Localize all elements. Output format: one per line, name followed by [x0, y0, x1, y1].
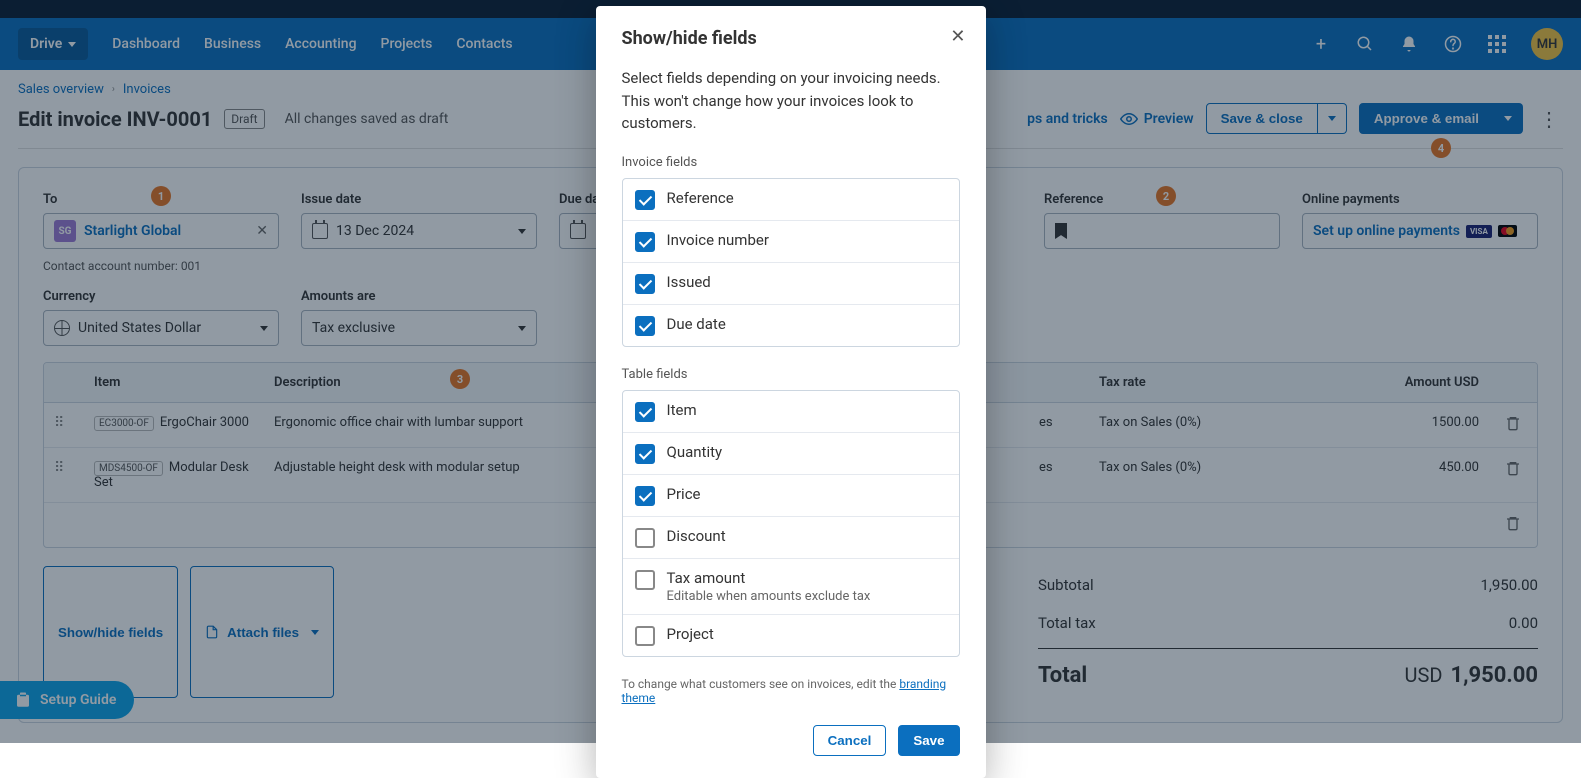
- checkbox-quantity[interactable]: Quantity: [623, 433, 959, 475]
- cancel-button[interactable]: Cancel: [813, 725, 887, 756]
- checkbox-icon: [635, 570, 655, 590]
- checkbox-icon: [635, 486, 655, 506]
- checkbox-icon: [635, 274, 655, 294]
- table-fields-label: Table fields: [622, 367, 960, 382]
- checkbox-due-date[interactable]: Due date: [623, 305, 959, 346]
- invoice-fields-label: Invoice fields: [622, 155, 960, 170]
- checkbox-item[interactable]: Item: [623, 391, 959, 433]
- modal-close-button[interactable]: ✕: [950, 26, 965, 47]
- show-hide-fields-modal: Show/hide fields ✕ Select fields dependi…: [596, 6, 986, 778]
- checkbox-tax-amount[interactable]: Tax amountEditable when amounts exclude …: [623, 559, 959, 615]
- checkbox-icon: [635, 528, 655, 548]
- checkbox-icon: [635, 402, 655, 422]
- checkbox-price[interactable]: Price: [623, 475, 959, 517]
- checkbox-issued[interactable]: Issued: [623, 263, 959, 305]
- modal-description: Select fields depending on your invoicin…: [622, 67, 960, 135]
- save-button[interactable]: Save: [898, 725, 959, 756]
- invoice-fields-list: Reference Invoice number Issued Due date: [622, 178, 960, 347]
- checkbox-subtext: Editable when amounts exclude tax: [667, 589, 871, 604]
- modal-note: To change what customers see on invoices…: [622, 677, 960, 705]
- checkbox-invoice-number[interactable]: Invoice number: [623, 221, 959, 263]
- modal-title: Show/hide fields: [622, 28, 960, 49]
- checkbox-icon: [635, 316, 655, 336]
- checkbox-discount[interactable]: Discount: [623, 517, 959, 559]
- checkbox-icon: [635, 444, 655, 464]
- checkbox-project[interactable]: Project: [623, 615, 959, 656]
- table-fields-list: Item Quantity Price Discount Tax amountE…: [622, 390, 960, 657]
- checkbox-icon: [635, 190, 655, 210]
- checkbox-icon: [635, 626, 655, 646]
- checkbox-reference[interactable]: Reference: [623, 179, 959, 221]
- checkbox-icon: [635, 232, 655, 252]
